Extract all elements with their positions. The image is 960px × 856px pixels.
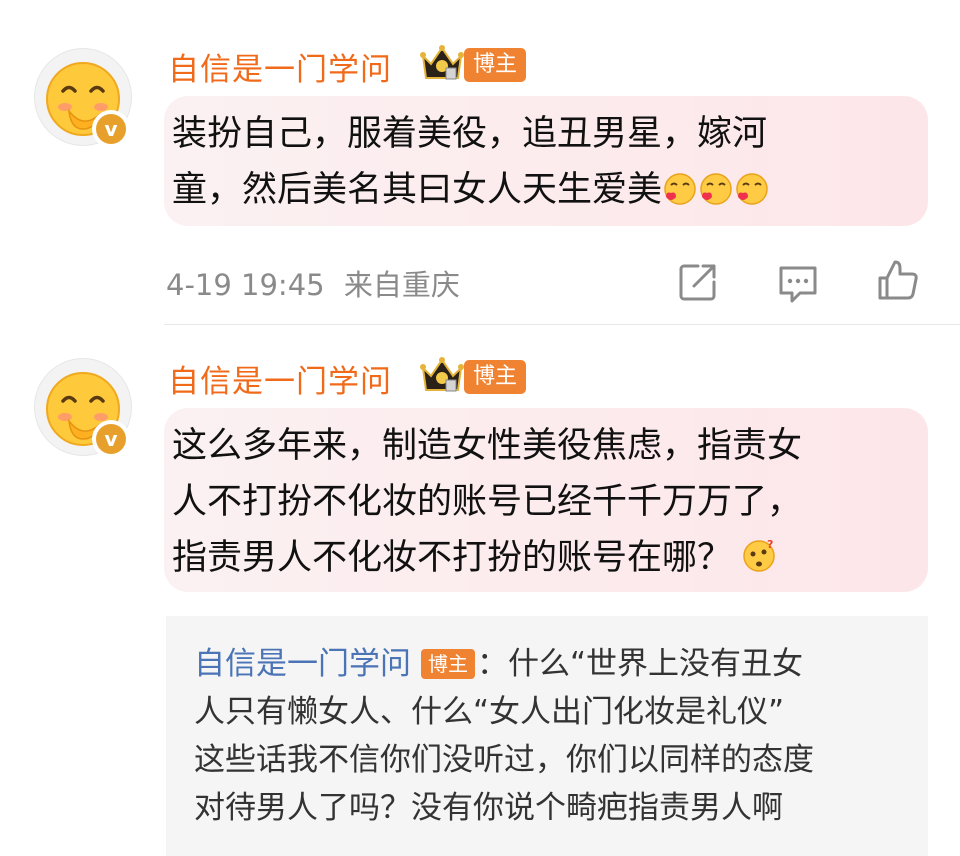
- divider: [164, 324, 960, 325]
- emoji-love-icon: [700, 173, 732, 205]
- crown-icon: [420, 357, 464, 392]
- comment-text-line: 童，然后美名其曰女人天生爱美: [172, 162, 770, 218]
- comment-text-line: 指责男人不化妆不打扮的账号在哪？?: [172, 530, 802, 586]
- emoji-thinking-icon: ?: [743, 538, 775, 572]
- comment-bubble: 这么多年来，制造女性美役焦虑，指责女 人不打扮不化妆的账号已经千千万万了， 指责…: [164, 408, 928, 592]
- author-badge: 博主: [464, 360, 527, 394]
- crown-icon: [420, 45, 464, 80]
- reply-first-line: 自信是一门学问 博主 ：什么“世界上没有丑女: [194, 640, 814, 688]
- reply-text: 什么“世界上没有丑女: [508, 646, 804, 682]
- comment-text-line: 这么多年来，制造女性美役焦虑，指责女: [172, 426, 803, 466]
- verified-v-icon: v: [96, 114, 126, 144]
- comment-text-line: 装扮自己，服着美役，追丑男星，嫁河: [172, 114, 768, 154]
- username[interactable]: 自信是一门学问: [168, 356, 392, 401]
- reply-username[interactable]: 自信是一门学问: [194, 646, 411, 682]
- comment-time: 4-19 19:45: [166, 268, 325, 302]
- svg-text:?: ?: [767, 538, 773, 551]
- share-icon[interactable]: [676, 260, 720, 304]
- emoji-love-icon: [736, 173, 768, 205]
- username[interactable]: 自信是一门学问: [168, 44, 392, 89]
- reply-box[interactable]: 自信是一门学问 博主 ：什么“世界上没有丑女 人只有懒女人、什么“女人出门化妆是礼仪…: [166, 616, 928, 856]
- reply-author-badge: 博主: [421, 649, 475, 679]
- reply-text-line: 这些话我不信你们没听过，你们以同样的态度: [194, 742, 814, 778]
- comment-meta: 4-19 19:45 来自重庆: [166, 262, 460, 304]
- verified-badge: v: [92, 110, 130, 148]
- verified-v-icon: v: [96, 424, 126, 454]
- comment-location: 来自重庆: [343, 268, 460, 302]
- comment-icon[interactable]: [776, 262, 820, 306]
- author-badge: 博主: [464, 48, 527, 82]
- comment-bubble: 装扮自己，服着美役，追丑男星，嫁河 童，然后美名其曰女人天生爱美: [164, 96, 928, 226]
- reply-text-line: 人只有懒女人、什么“女人出门化妆是礼仪”: [194, 694, 785, 730]
- comment-text-line: 人不打扮不化妆的账号已经千千万万了，: [172, 482, 803, 522]
- reply-separator: ：: [477, 646, 508, 682]
- like-icon[interactable]: [876, 258, 920, 302]
- reply-text-line: 对待男人了吗？没有你说个畸疤指责男人啊: [194, 790, 783, 826]
- emoji-love-icon: [664, 173, 696, 205]
- verified-badge: v: [92, 420, 130, 458]
